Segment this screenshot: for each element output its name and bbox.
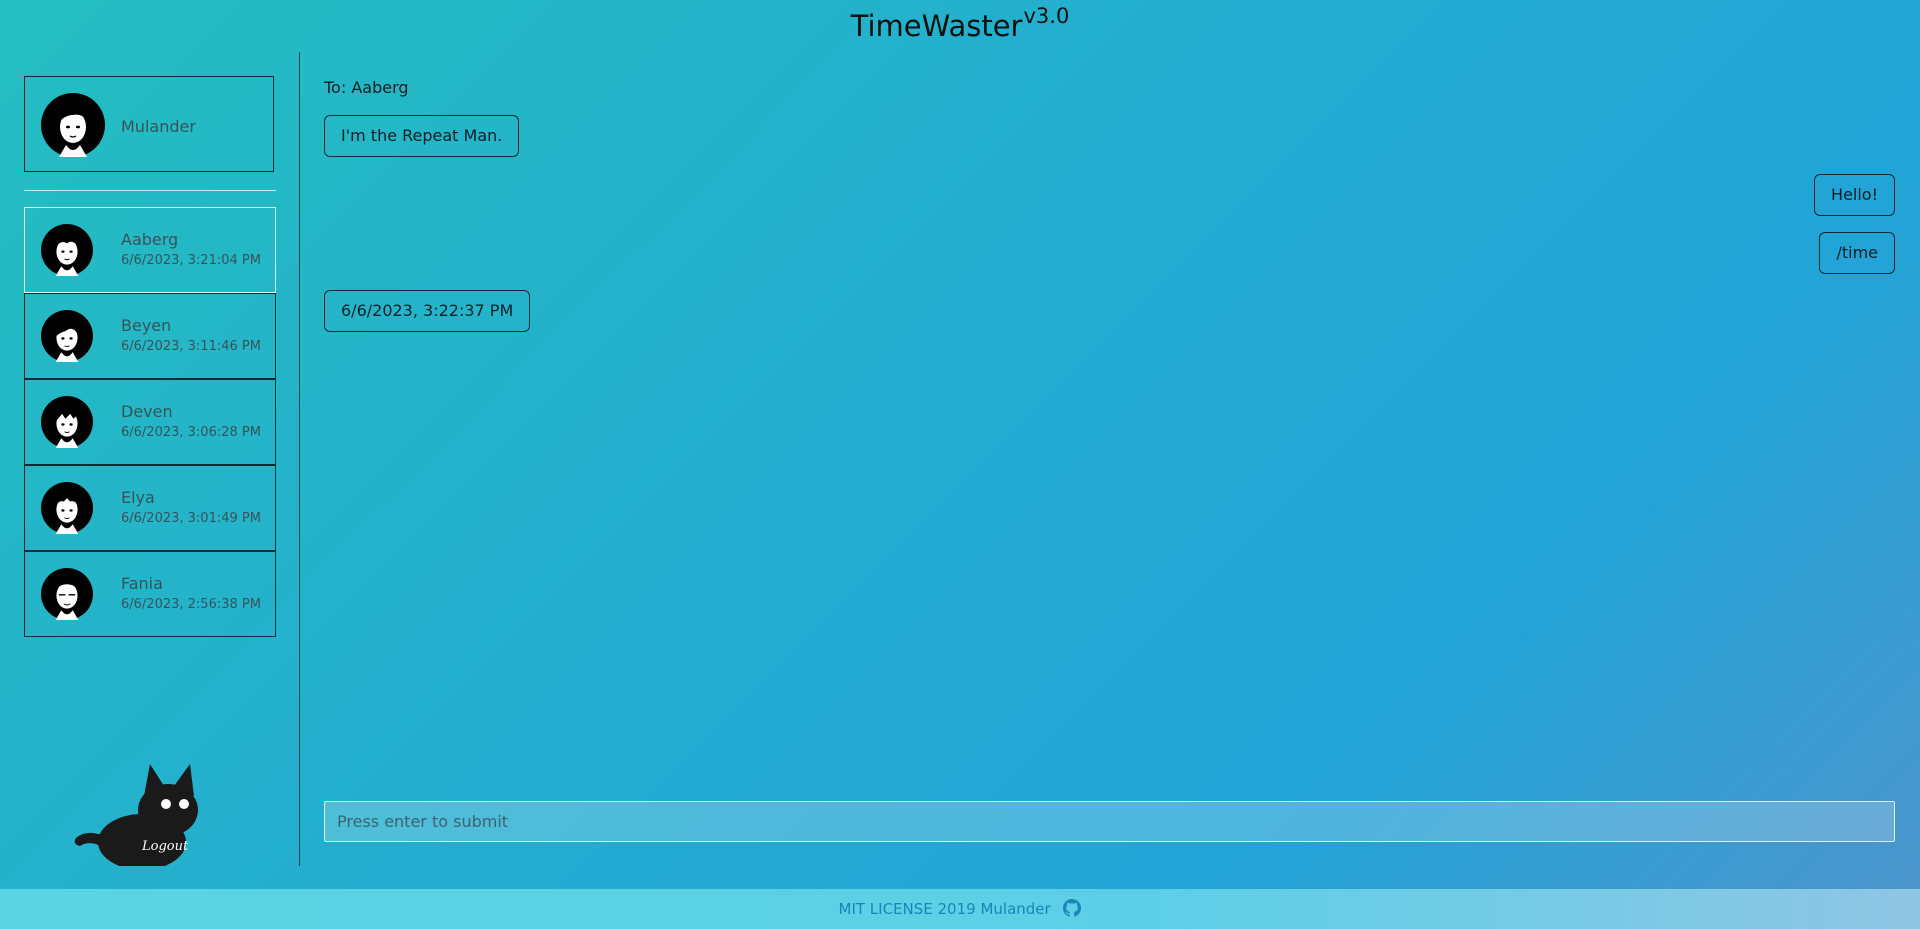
message-bubble-received: I'm the Repeat Man. [324,115,520,157]
contact-item-beyen[interactable]: Beyen 6/6/2023, 3:11:46 PM [24,293,276,379]
footer: MIT LICENSE 2019 Mulander [0,889,1920,929]
contact-name: Aaberg [121,230,179,249]
contact-timestamp: 6/6/2023, 3:06:28 PM [121,425,261,440]
app-version: v3.0 [1023,4,1070,28]
contact-avatar [41,396,93,448]
app-header: TimeWasterv3.0 [0,0,1920,48]
sidebar: Mulander Aaberg 6/6/2023, 3:21:04 PM Bey… [0,52,300,870]
contact-avatar [41,224,93,276]
logout-label: Logout [141,839,189,854]
current-user-card: Mulander [24,76,274,172]
contact-name: Elya [121,488,155,507]
message-bubble-sent: Hello! [1814,174,1895,216]
contact-item-fania[interactable]: Fania 6/6/2023, 2:56:38 PM [24,551,276,637]
current-user-name: Mulander [121,117,196,136]
contact-avatar [41,568,93,620]
contact-timestamp: 6/6/2023, 2:56:38 PM [121,597,261,612]
contact-item-aaberg[interactable]: Aaberg 6/6/2023, 3:21:04 PM [24,207,276,293]
contact-item-deven[interactable]: Deven 6/6/2023, 3:06:28 PM [24,379,276,465]
contact-name: Fania [121,574,163,593]
contact-name: Beyen [121,316,172,335]
contact-avatar [41,482,93,534]
app-title: TimeWaster [850,9,1023,43]
message-input-container [324,801,1895,842]
sidebar-divider [24,190,276,191]
contact-timestamp: 6/6/2023, 3:11:46 PM [121,339,261,354]
contact-name: Deven [121,402,173,421]
logout-button[interactable]: Logout [70,764,205,870]
message-bubble-received: 6/6/2023, 3:22:37 PM [324,290,531,332]
contact-list: Aaberg 6/6/2023, 3:21:04 PM Beyen 6/6/20… [24,207,276,637]
cat-logout-icon: Logout [74,764,198,870]
chat-recipient: To: Aaberg [324,78,409,97]
contact-avatar [41,310,93,362]
contact-item-elya[interactable]: Elya 6/6/2023, 3:01:49 PM [24,465,276,551]
message-bubble-sent: /time [1819,232,1895,274]
message-input[interactable] [325,802,1894,841]
github-icon[interactable] [1063,899,1082,917]
user-avatar [41,93,105,157]
contact-timestamp: 6/6/2023, 3:21:04 PM [121,253,261,268]
footer-license-text: MIT LICENSE 2019 Mulander [838,900,1051,918]
chat-panel: To: Aaberg I'm the Repeat Man. Hello! /t… [300,52,1920,866]
contact-timestamp: 6/6/2023, 3:01:49 PM [121,511,261,526]
